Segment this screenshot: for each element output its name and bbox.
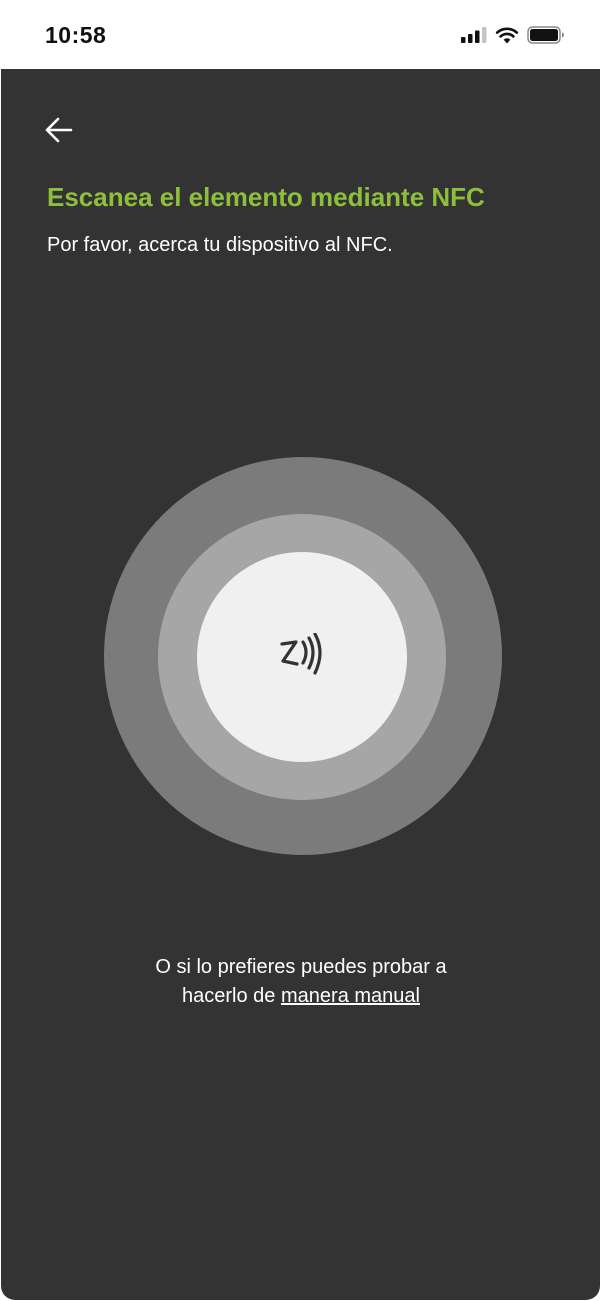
page-title: Escanea el elemento mediante NFC xyxy=(47,182,485,212)
manual-text-line2: hacerlo de xyxy=(182,985,281,1007)
page-subtitle: Por favor, acerca tu dispositivo al NFC. xyxy=(47,234,393,256)
nfc-scan-screen: Escanea el elemento mediante NFC Por fav… xyxy=(1,69,600,1300)
manual-entry-link[interactable]: manera manual xyxy=(281,985,420,1007)
status-time: 10:58 xyxy=(45,22,107,48)
nfc-icon xyxy=(278,631,326,682)
arrow-left-icon xyxy=(44,116,74,149)
nfc-scan-target xyxy=(197,552,407,762)
back-button[interactable] xyxy=(41,114,77,150)
status-icons xyxy=(461,25,565,49)
status-bar: 10:58 xyxy=(0,0,601,70)
manual-alternative-text: O si lo prefieres puedes probar a hacerl… xyxy=(101,953,501,1011)
wifi-icon xyxy=(495,26,519,49)
battery-icon xyxy=(527,25,565,49)
manual-text-line1: O si lo prefieres puedes probar a xyxy=(155,956,447,978)
cellular-signal-icon xyxy=(461,26,487,48)
